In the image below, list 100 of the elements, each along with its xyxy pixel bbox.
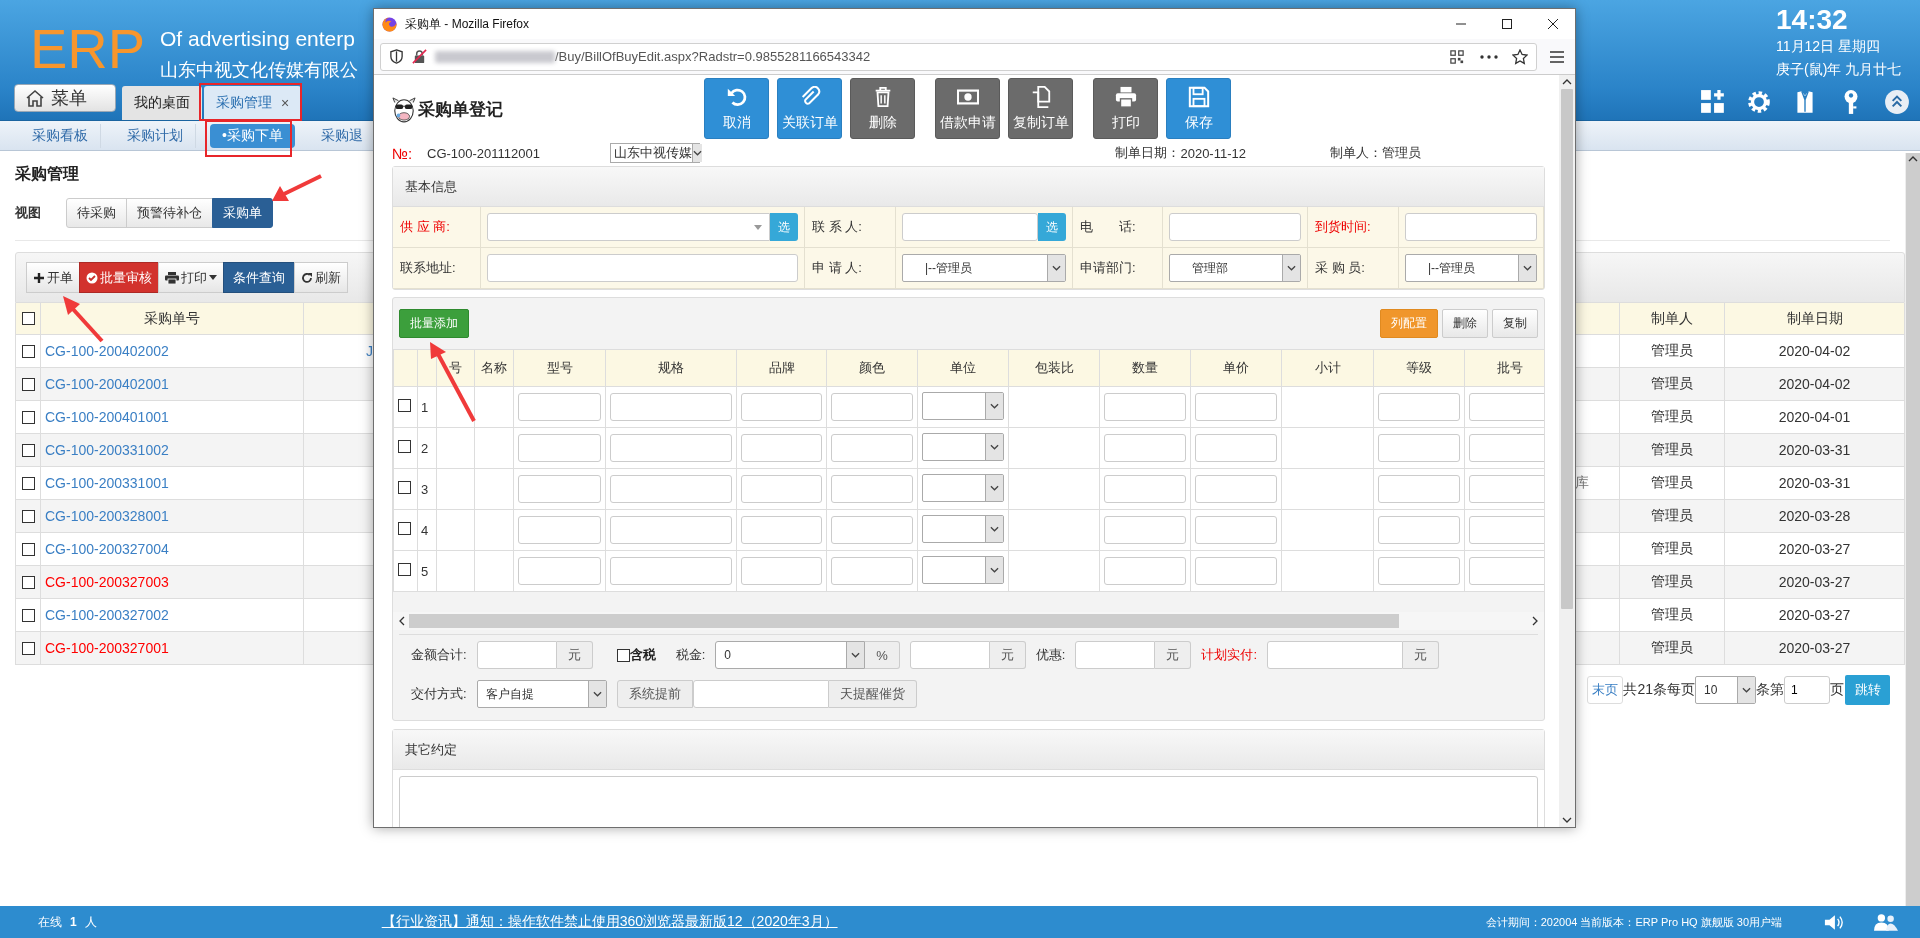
dropdown-field[interactable]: |--管理员 [902,254,1066,282]
close-icon[interactable] [1545,16,1561,32]
cell-field[interactable] [1378,557,1460,585]
checkbox[interactable] [21,344,35,358]
text-field[interactable] [1075,641,1156,669]
nav-tab[interactable]: 采购看板 [20,123,101,148]
checkbox[interactable] [398,399,411,412]
order-number-link[interactable]: CG-100-200328001 [45,508,169,524]
cell-field[interactable] [1104,475,1186,503]
delivery-dropdown[interactable]: 客户自提 [476,680,607,708]
action-button[interactable]: 保存 [1166,78,1231,139]
collapse-icon[interactable] [1884,89,1910,115]
text-field[interactable] [909,641,990,669]
view-tab[interactable]: 采购单 [212,198,273,228]
go-button[interactable]: 跳转 [1845,675,1890,705]
page-number-field[interactable]: 1 [1784,676,1830,704]
page-size-dropdown[interactable]: 10 [1695,676,1756,704]
action-button[interactable]: 打印 [1093,78,1158,139]
cell-field[interactable] [518,393,601,421]
cell-field[interactable] [610,557,732,585]
menu-button[interactable]: 菜单 [14,84,116,112]
tool-button[interactable]: 复制 [1492,309,1538,338]
text-field[interactable] [476,641,557,669]
checkbox[interactable] [21,476,35,490]
checkbox[interactable] [398,440,411,453]
text-field[interactable] [902,213,1038,241]
order-number-link[interactable]: CG-100-200327003 [45,574,169,590]
scrollbar[interactable] [1905,153,1920,906]
cell-field[interactable] [1378,475,1460,503]
cell-field[interactable] [610,475,732,503]
order-number-link[interactable]: CG-100-200402001 [45,376,169,392]
cell-field[interactable] [1195,475,1277,503]
view-tab[interactable]: 预警待补仓 [126,198,213,228]
last-page-button[interactable]: 末页 [1587,676,1624,704]
checkbox[interactable] [21,608,35,622]
order-number-link[interactable]: CG-100-200327004 [45,541,169,557]
cell-field[interactable] [1469,393,1544,421]
company-dropdown[interactable]: 山东中视传媒 [610,143,700,163]
cell-field[interactable] [1104,434,1186,462]
cell-dropdown[interactable] [922,392,1004,420]
checkbox[interactable] [616,648,630,662]
pick-button[interactable]: 选 [1038,213,1066,241]
checkbox[interactable] [21,575,35,589]
checkbox[interactable] [398,481,411,494]
cell-field[interactable] [1469,557,1544,585]
batch-add-button[interactable]: 批量添加 [399,309,469,338]
text-field[interactable] [1169,213,1301,241]
order-number-link[interactable]: CG-100-200331001 [45,475,169,491]
cell-field[interactable] [610,516,732,544]
cell-field[interactable] [518,475,601,503]
action-button[interactable]: 删除 [850,78,915,139]
cell-dropdown[interactable] [922,474,1004,502]
text-field[interactable] [1405,213,1537,241]
cell-field[interactable] [1378,434,1460,462]
cell-field[interactable] [831,434,913,462]
cell-field[interactable] [831,516,913,544]
toolbar-button[interactable]: 刷新 [294,262,348,293]
cell-dropdown[interactable] [922,433,1004,461]
apps-icon[interactable] [1700,89,1726,115]
order-number-link[interactable]: CG-100-200401001 [45,409,169,425]
settings-icon[interactable] [1746,89,1772,115]
cell-field[interactable] [518,557,601,585]
toolbar-button[interactable]: 打印 [158,262,224,293]
view-tab[interactable]: 待采购 [66,198,127,228]
cell-field[interactable] [1469,516,1544,544]
checkbox[interactable] [21,443,35,457]
cell-field[interactable] [610,434,732,462]
cell-field[interactable] [831,393,913,421]
order-number-link[interactable]: CG-100-200402002 [45,343,169,359]
cell-field[interactable] [741,557,822,585]
cell-field[interactable] [1195,434,1277,462]
checkbox[interactable] [21,410,35,424]
action-button[interactable]: 关联订单 [777,78,842,139]
cell-field[interactable] [1378,516,1460,544]
cell-field[interactable] [1195,393,1277,421]
dropdown-field[interactable]: |--管理员 [1405,254,1537,282]
cell-field[interactable] [741,516,822,544]
cell-dropdown[interactable] [922,515,1004,543]
action-button[interactable]: 借款申请 [935,78,1000,139]
toolbar-button[interactable]: 开单 [26,262,80,293]
close-button[interactable]: × [281,95,290,111]
pick-button[interactable]: 选 [770,213,798,241]
maximize-icon[interactable] [1499,16,1515,32]
nav-tab[interactable]: 采购退 [308,123,363,148]
text-field[interactable] [692,680,829,708]
checkbox[interactable] [21,641,35,655]
cell-field[interactable] [1195,557,1277,585]
toolbar-button[interactable]: 条件查询 [223,262,295,293]
cell-field[interactable] [1104,393,1186,421]
cell-field[interactable] [518,516,601,544]
address-bar[interactable]: /Buy/BillOfBuyEdit.aspx?Radstr=0.9855281166543342 [380,42,1537,71]
cell-field[interactable] [831,475,913,503]
checkbox[interactable] [21,509,35,523]
combo-field[interactable] [487,213,770,241]
nav-tab[interactable]: 采购计划 [115,123,196,148]
action-button[interactable]: 复制订单 [1008,78,1073,139]
cell-field[interactable] [1378,393,1460,421]
order-number-link[interactable]: CG-100-200327001 [45,640,169,656]
tab[interactable]: 我的桌面 [122,86,202,120]
tax-rate-dropdown[interactable]: 0 [715,641,866,669]
